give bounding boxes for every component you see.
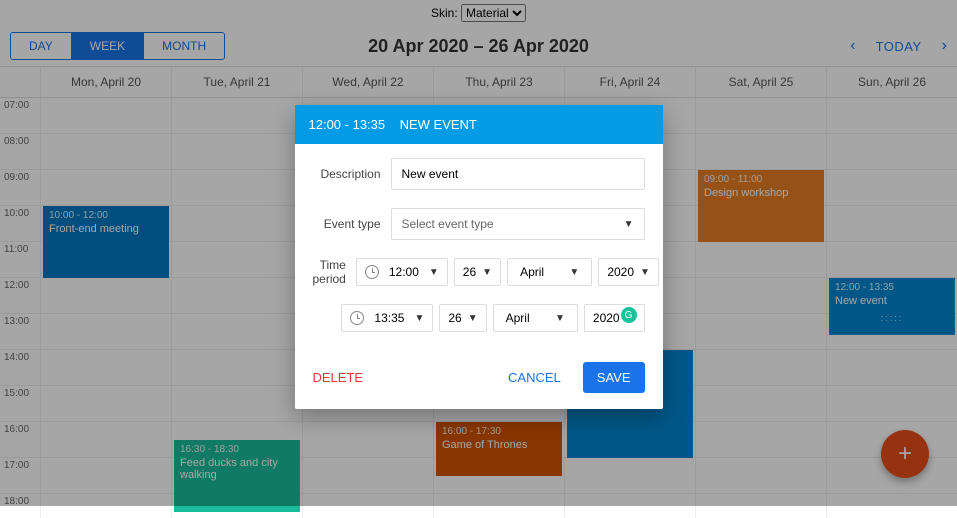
save-button[interactable]: SAVE bbox=[583, 362, 645, 393]
description-label: Description bbox=[313, 167, 391, 181]
description-input[interactable] bbox=[391, 158, 645, 190]
modal-header: 12:00 - 13:35 NEW EVENT bbox=[295, 105, 663, 144]
start-time-select[interactable]: 12:00▼ bbox=[356, 258, 448, 286]
modal-header-time: 12:00 - 13:35 bbox=[309, 117, 386, 132]
event-modal: 12:00 - 13:35 NEW EVENT Description G Ev… bbox=[295, 105, 663, 409]
end-month-select[interactable]: April ▼ bbox=[493, 304, 578, 332]
event-type-select[interactable]: Select event type ▼ bbox=[391, 208, 645, 240]
modal-header-title: NEW EVENT bbox=[400, 117, 477, 132]
start-year-select[interactable]: 2020▼ bbox=[598, 258, 659, 286]
cancel-button[interactable]: CANCEL bbox=[508, 370, 561, 385]
modal-overlay[interactable]: 12:00 - 13:35 NEW EVENT Description G Ev… bbox=[0, 0, 957, 506]
grammarly-icon[interactable]: G bbox=[621, 307, 637, 323]
start-day-select[interactable]: 26▼ bbox=[454, 258, 501, 286]
event-type-label: Event type bbox=[313, 217, 391, 231]
clock-icon bbox=[365, 265, 379, 279]
end-day-select[interactable]: 26▼ bbox=[439, 304, 486, 332]
end-time-select[interactable]: 13:35▼ bbox=[341, 304, 433, 332]
start-month-select[interactable]: April ▼ bbox=[507, 258, 592, 286]
chevron-down-icon: ▼ bbox=[624, 219, 634, 230]
time-period-label: Time period bbox=[313, 258, 356, 286]
event-type-placeholder: Select event type bbox=[402, 217, 494, 231]
delete-button[interactable]: DELETE bbox=[313, 370, 364, 385]
clock-icon bbox=[350, 311, 364, 325]
